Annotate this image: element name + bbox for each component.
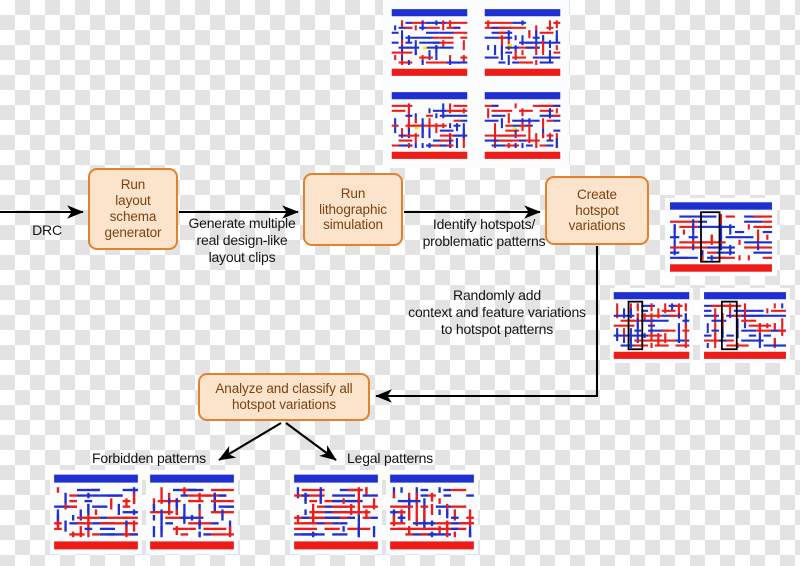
connector-analyze-to-forbidden bbox=[218, 422, 282, 461]
edge-label-legal-patterns: Legal patterns bbox=[347, 450, 433, 466]
node-run-lithographic-simulation[interactable]: Run lithographic simulation bbox=[303, 173, 403, 246]
pattern-clip-forbidden-2 bbox=[146, 470, 238, 554]
clip-group-generated-layout-clips bbox=[383, 0, 569, 168]
edge-label-forbidden-patterns: Forbidden patterns bbox=[92, 450, 206, 466]
pattern-clip-legal-1 bbox=[290, 470, 382, 554]
node-analyze-and-classify[interactable]: Analyze and classify all hotspot variati… bbox=[198, 373, 370, 421]
pattern-clip-variation-1 bbox=[610, 288, 693, 363]
edge-label-identify-hotspots: Identify hotspots/ problematic patterns bbox=[422, 216, 546, 249]
pattern-clip-hotspot-1 bbox=[665, 198, 777, 276]
flowchart-canvas: Run layout schema generator Run lithogra… bbox=[0, 0, 800, 566]
edge-label-randomly-add-variations: Randomly add context and feature variati… bbox=[408, 287, 586, 337]
node-run-layout-schema-generator[interactable]: Run layout schema generator bbox=[88, 168, 178, 250]
pattern-clip-schema-3 bbox=[388, 88, 471, 163]
node-create-hotspot-variations[interactable]: Create hotspot variations bbox=[545, 176, 649, 245]
pattern-clip-forbidden-1 bbox=[50, 470, 142, 554]
edge-label-generate-multiple-clips: Generate multiple real design-like layou… bbox=[188, 215, 296, 265]
pattern-clip-schema-4 bbox=[481, 88, 564, 163]
pattern-clip-schema-1 bbox=[388, 5, 471, 80]
pattern-clip-variation-2 bbox=[700, 288, 790, 363]
edge-label-drc: DRC bbox=[32, 222, 62, 238]
connector-analyze-to-legal bbox=[285, 422, 337, 461]
pattern-clip-schema-2 bbox=[481, 5, 564, 80]
pattern-clip-legal-2 bbox=[386, 470, 478, 554]
